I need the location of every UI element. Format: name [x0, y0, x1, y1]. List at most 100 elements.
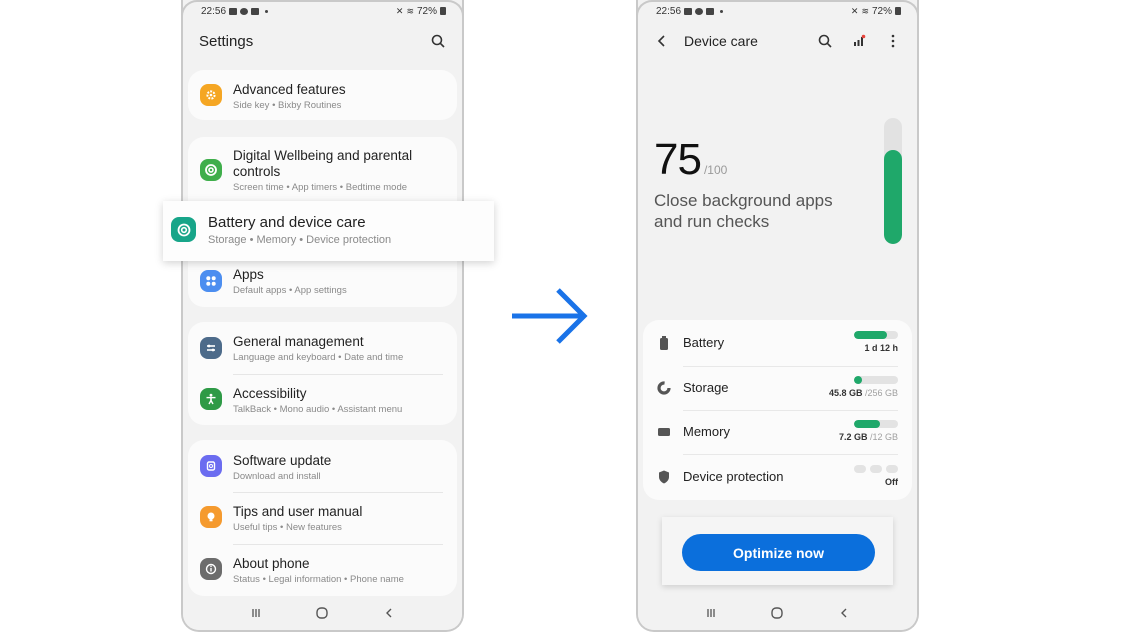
item-title: Battery and device care [208, 214, 366, 231]
storage-pie-icon [657, 381, 671, 395]
battery-icon [895, 7, 901, 15]
item-subtitle: Screen time • App timers • Bedtime mode [233, 182, 408, 193]
recents-icon[interactable] [245, 602, 267, 624]
device-care-row-storage[interactable]: Storage 45.8 GB /256 GB [643, 366, 912, 410]
item-title: Apps [233, 267, 264, 282]
item-subtitle: Side key • Bixby Routines [233, 100, 342, 111]
optimize-now-button[interactable]: Optimize now [682, 534, 875, 571]
back-arrow-icon[interactable] [652, 31, 672, 51]
battery-icon [657, 336, 671, 350]
navigation-bar [183, 596, 462, 630]
item-subtitle: TalkBack • Mono audio • Assistant menu [233, 404, 403, 415]
device-care-header: Device care [652, 30, 903, 52]
row-value: 7.2 GB /12 GB [839, 432, 898, 442]
device-care-phone: 22:56 ✕ ≋ 72% Device care 75 /100 Close … [636, 0, 919, 632]
status-time: 22:56 [656, 5, 682, 17]
status-bar: 22:56 ✕ ≋ 72% [201, 4, 446, 18]
gear-icon [200, 84, 222, 106]
item-title: Digital Wellbeing and parental controls [233, 148, 413, 179]
mute-icon: ✕ [395, 5, 404, 16]
row-value-main: Off [885, 477, 898, 487]
care-score: 75 /100 [654, 138, 727, 182]
recents-icon[interactable] [700, 602, 722, 624]
settings-item-general-management[interactable]: General management Language and keyboard… [188, 322, 457, 374]
item-title: Tips and user manual [233, 504, 363, 519]
notification-icon [240, 7, 249, 15]
item-subtitle: Download and install [233, 471, 321, 482]
settings-item-digital-wellbeing[interactable]: Digital Wellbeing and parental controls … [188, 137, 457, 199]
settings-phone: 22:56 ✕ ≋ 72% Settings Advanced features… [181, 0, 464, 632]
status-bar: 22:56 ✕ ≋ 72% [656, 4, 901, 18]
search-icon[interactable] [428, 31, 448, 51]
row-progress-fill [854, 331, 887, 339]
settings-group-4: Software update Download and install Tip… [188, 440, 457, 596]
back-icon[interactable] [833, 602, 855, 624]
row-value: Off [885, 477, 898, 487]
gallery-icon [684, 7, 693, 15]
row-value-main: 1 d 12 h [864, 343, 898, 353]
row-value-main: 7.2 GB [838, 432, 868, 442]
row-value: 45.8 GB /256 GB [829, 388, 898, 398]
device-care-row-device-protection[interactable]: Device protection Off [643, 455, 912, 499]
update-icon [200, 455, 222, 477]
settings-header: Settings [199, 30, 448, 52]
arrow-right-icon [512, 288, 588, 344]
item-subtitle: Language and keyboard • Date and time [233, 352, 404, 363]
item-title: Software update [233, 453, 332, 468]
sliders-icon [200, 337, 222, 359]
back-icon[interactable] [378, 602, 400, 624]
accessibility-icon [200, 388, 222, 410]
row-label: Storage [683, 380, 729, 395]
score-value: 75 [654, 135, 702, 184]
protection-status-dots [854, 465, 898, 473]
app-notification-icon [251, 7, 260, 15]
home-icon[interactable] [766, 602, 788, 624]
row-value: 1 d 12 h [864, 343, 898, 353]
settings-item-tips[interactable]: Tips and user manual Useful tips • New f… [188, 492, 457, 544]
row-label: Battery [683, 335, 725, 350]
more-options-icon[interactable] [883, 31, 903, 51]
wellbeing-icon [200, 159, 222, 181]
row-progress-fill [854, 420, 881, 428]
page-title: Device care [684, 33, 758, 49]
device-care-icon [171, 217, 196, 242]
item-subtitle: Storage • Memory • Device protection [208, 234, 392, 246]
settings-item-advanced-features[interactable]: Advanced features Side key • Bixby Routi… [188, 70, 457, 120]
settings-group-3: General management Language and keyboard… [188, 322, 457, 425]
score-message: Close background apps and run checks [654, 191, 833, 231]
row-value-total: /256 GB [862, 388, 898, 398]
settings-item-battery-and-device-care[interactable]: Battery and device care Storage • Memory… [163, 201, 494, 261]
device-care-row-battery[interactable]: Battery 1 d 12 h [643, 321, 912, 365]
item-title: Advanced features [233, 82, 346, 97]
item-title: About phone [233, 556, 310, 571]
device-care-row-memory[interactable]: Memory 7.2 GB /12 GB [643, 410, 912, 454]
score-max: /100 [703, 163, 728, 177]
item-subtitle: Status • Legal information • Phone name [233, 574, 404, 585]
item-title: Accessibility [233, 386, 307, 401]
notification-icon [695, 7, 704, 15]
settings-item-software-update[interactable]: Software update Download and install [188, 440, 457, 492]
home-icon[interactable] [311, 602, 333, 624]
wifi-icon: ≋ [406, 5, 414, 16]
shield-icon [657, 470, 671, 484]
lightbulb-icon [200, 506, 222, 528]
search-icon[interactable] [815, 31, 835, 51]
diagnostics-icon[interactable] [849, 31, 869, 51]
row-progress [854, 331, 898, 339]
settings-item-accessibility[interactable]: Accessibility TalkBack • Mono audio • As… [188, 374, 457, 425]
row-label: Memory [683, 424, 730, 439]
app-notification-icon [706, 7, 715, 15]
settings-item-apps[interactable]: Apps Default apps • App settings [188, 261, 457, 305]
battery-percent: 72% [871, 5, 892, 17]
settings-item-about-phone[interactable]: About phone Status • Legal information •… [188, 544, 457, 596]
battery-percent: 72% [416, 5, 437, 17]
row-progress-fill [854, 376, 862, 384]
settings-group-1: Advanced features Side key • Bixby Routi… [188, 70, 457, 120]
battery-icon [440, 7, 446, 15]
row-value-total: /12 GB [867, 432, 898, 442]
row-label: Device protection [683, 469, 784, 484]
optimize-panel: Optimize now [662, 517, 893, 585]
page-title: Settings [199, 32, 254, 50]
info-icon [200, 558, 222, 580]
apps-icon [200, 270, 222, 292]
